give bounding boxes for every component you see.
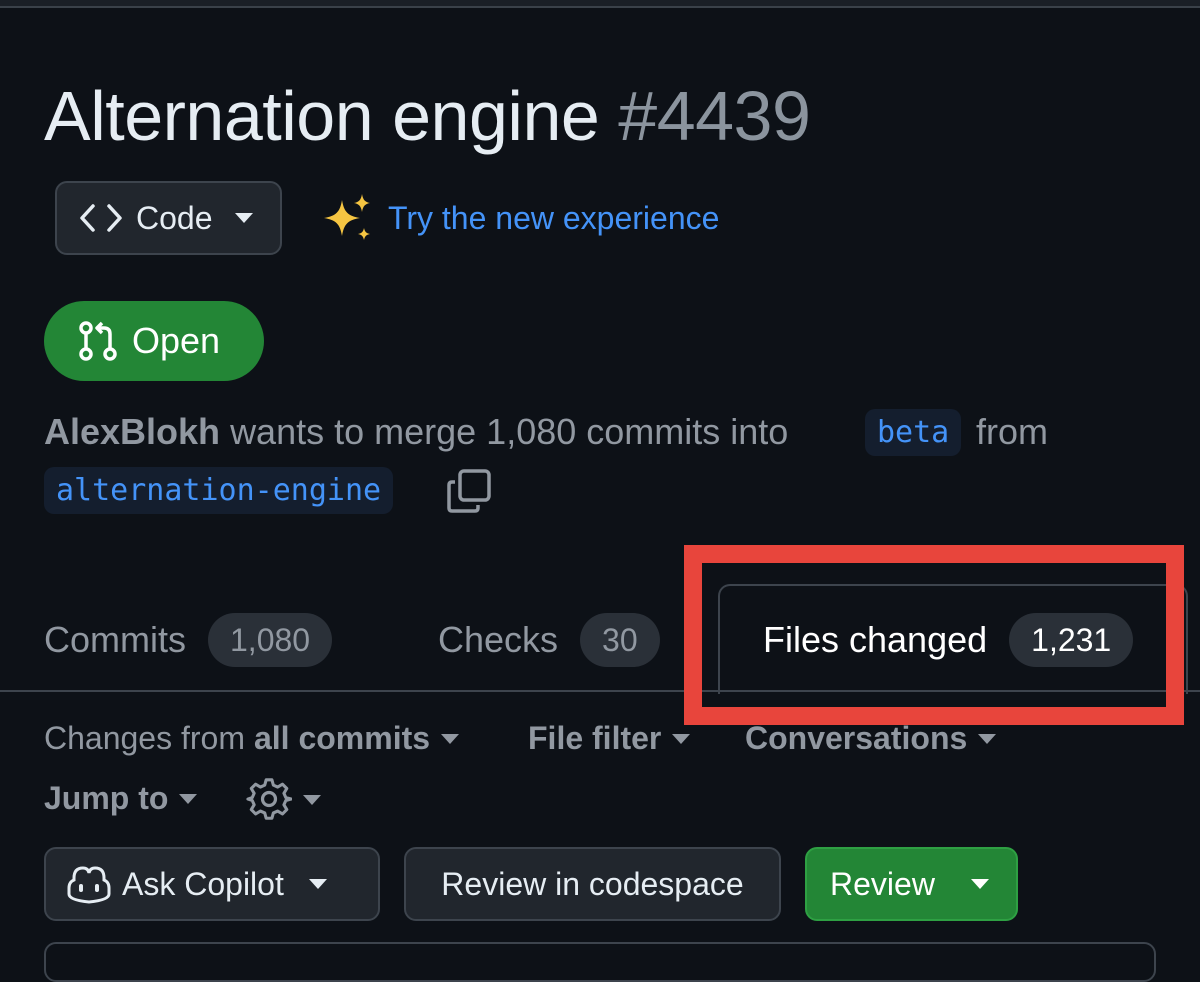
pr-status-badge: Open	[44, 301, 264, 381]
ask-copilot-label: Ask Copilot	[122, 865, 284, 902]
chevron-down-icon	[179, 793, 198, 804]
author-link[interactable]: AlexBlokh	[44, 411, 220, 452]
chevron-down-icon	[303, 795, 321, 805]
chevron-down-icon	[970, 879, 989, 889]
file-filter-dropdown[interactable]: File filter	[528, 720, 691, 757]
copy-icon[interactable]	[446, 468, 492, 514]
merge-description: AlexBlokh wants to merge 1,080 commits i…	[44, 410, 788, 454]
head-branch[interactable]: alternation-engine	[44, 462, 394, 518]
code-icon	[80, 204, 122, 232]
base-branch[interactable]: beta	[865, 404, 962, 460]
changes-prefix: Changes from	[44, 720, 245, 756]
review-label: Review	[830, 865, 935, 902]
pull-request-icon	[79, 321, 117, 361]
ask-copilot-button[interactable]: Ask Copilot	[44, 847, 380, 921]
tab-checks-count: 30	[580, 613, 660, 667]
tab-commits-label: Commits	[44, 619, 186, 660]
code-button-label: Code	[136, 199, 213, 236]
chevron-down-icon	[672, 733, 691, 744]
pr-number: #4439	[618, 77, 811, 155]
try-new-experience-link[interactable]: Try the new experience	[388, 200, 719, 237]
jump-to-label: Jump to	[44, 780, 169, 816]
chevron-down-icon	[234, 213, 253, 223]
sparkles-icon	[324, 194, 370, 240]
tab-commits-count: 1,080	[208, 613, 333, 667]
chevron-down-icon	[978, 733, 997, 744]
chevron-down-icon	[308, 879, 327, 889]
review-in-codespace-button[interactable]: Review in codespace	[404, 847, 781, 921]
review-in-codespace-label: Review in codespace	[441, 865, 744, 902]
jump-to-dropdown[interactable]: Jump to	[44, 780, 198, 817]
base-branch-label: beta	[865, 408, 962, 456]
tab-checks-label: Checks	[438, 619, 559, 660]
review-button[interactable]: Review	[805, 847, 1018, 921]
highlight-annotation-box	[684, 545, 1184, 725]
tab-checks[interactable]: Checks 30	[438, 612, 660, 668]
chevron-down-icon	[441, 733, 460, 744]
pr-status-label: Open	[132, 320, 221, 361]
conversations-label: Conversations	[745, 720, 968, 756]
changes-from-dropdown[interactable]: Changes from all commits	[44, 720, 460, 757]
file-list-container	[44, 942, 1156, 982]
conversations-dropdown[interactable]: Conversations	[745, 720, 997, 757]
tab-commits[interactable]: Commits 1,080	[44, 612, 333, 668]
file-filter-label: File filter	[528, 720, 662, 756]
gear-icon[interactable]	[246, 776, 292, 822]
changes-value: all commits	[253, 720, 431, 756]
merge-text: wants to merge 1,080 commits into	[230, 411, 789, 452]
top-divider	[0, 0, 1200, 8]
page-title: Alternation engine #4439	[44, 76, 811, 156]
copilot-icon	[67, 866, 111, 904]
pr-title: Alternation engine	[44, 77, 600, 155]
head-branch-label: alternation-engine	[44, 466, 394, 514]
code-dropdown-button[interactable]: Code	[55, 181, 282, 255]
from-text: from	[976, 411, 1048, 452]
